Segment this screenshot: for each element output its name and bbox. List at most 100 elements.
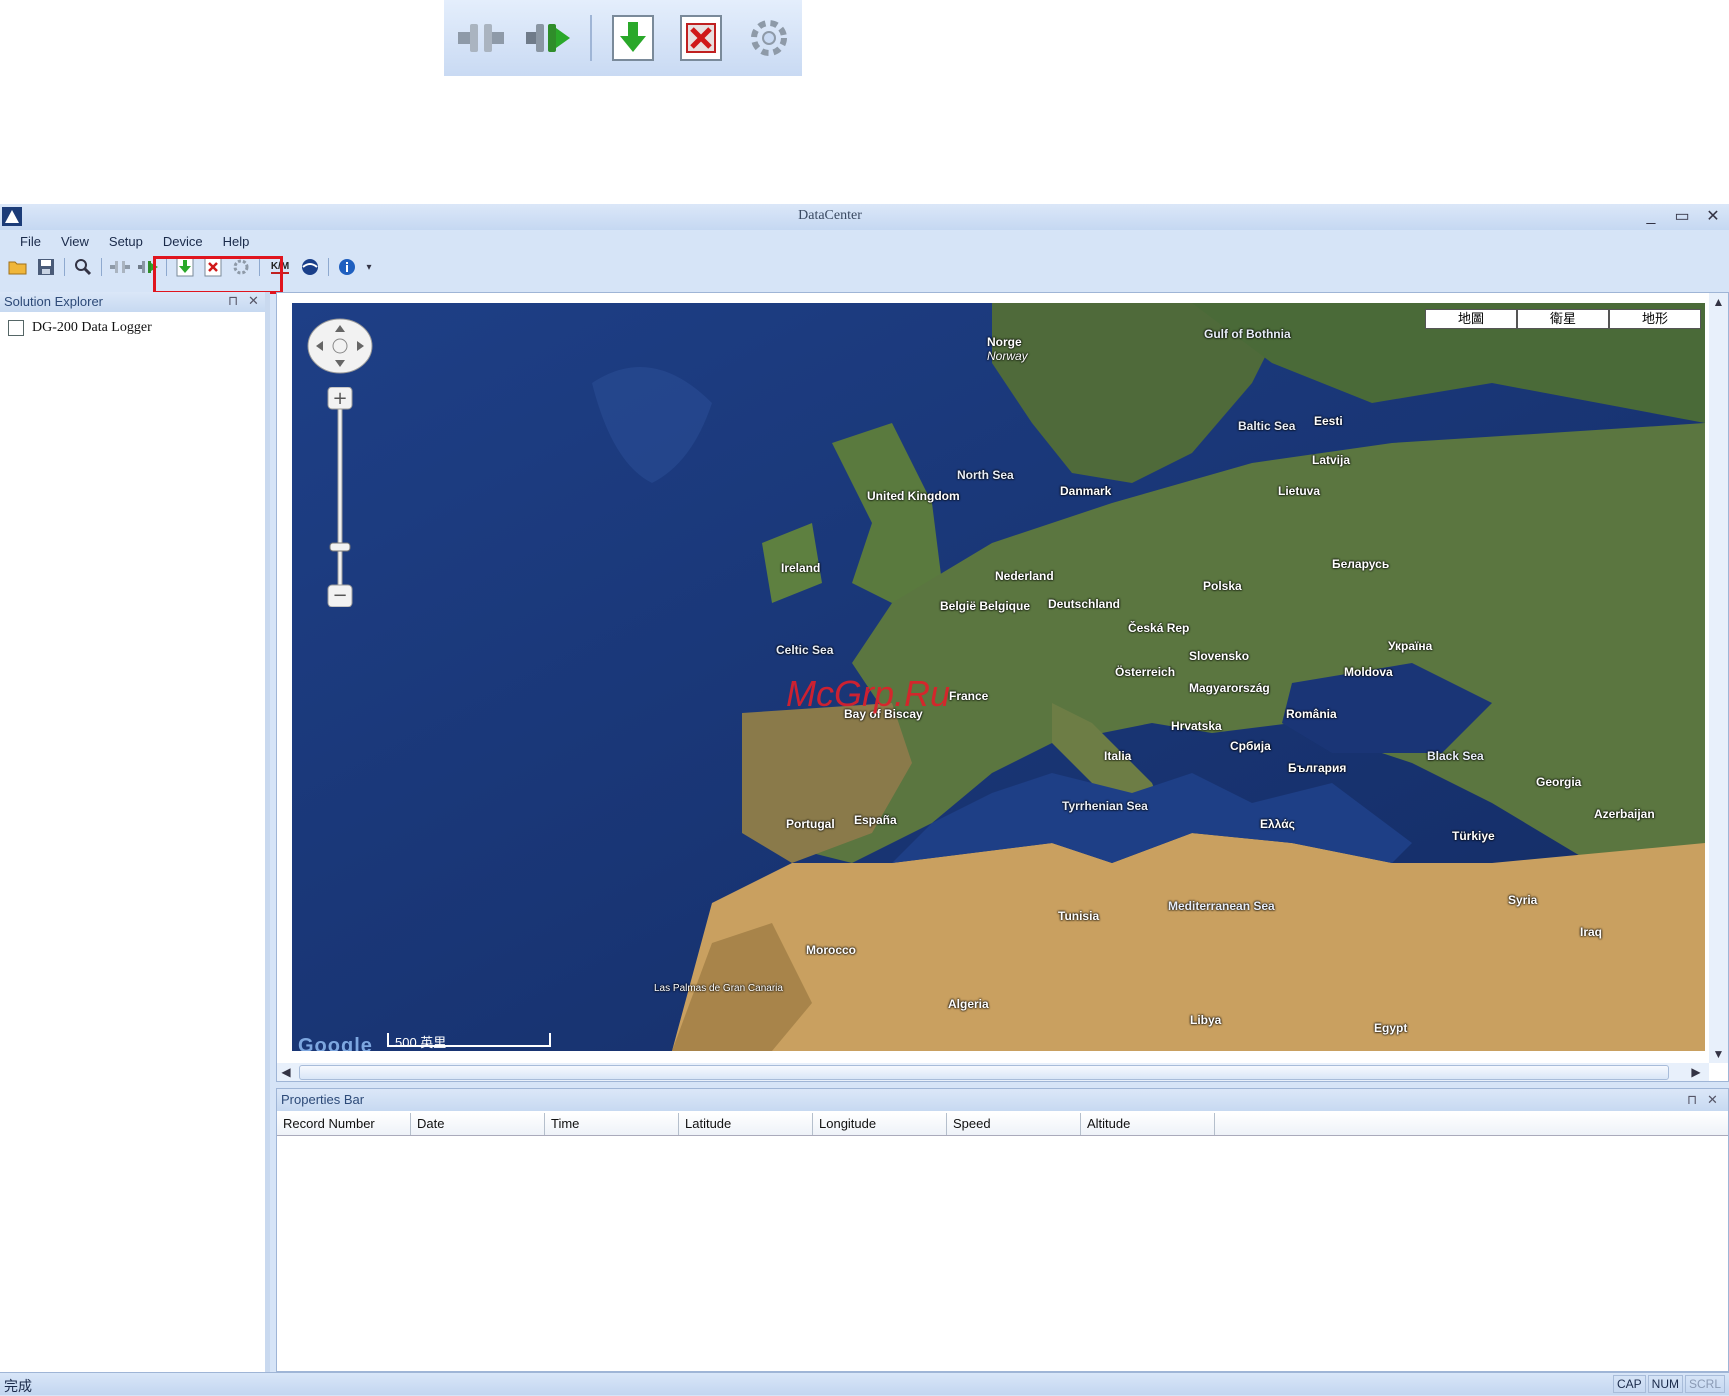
map-label-black-sea: Black Sea	[1427, 749, 1484, 763]
map-label-baltic-sea: Baltic Sea	[1238, 419, 1296, 433]
map-label-gulf-of-bothnia: Gulf of Bothnia	[1204, 327, 1291, 341]
map-label-georgia: Georgia	[1536, 775, 1582, 789]
tree-item-checkbox[interactable]	[8, 320, 24, 336]
map-type-satellite-button[interactable]: 衛星	[1517, 309, 1609, 329]
status-indicators: CAP NUM SCRL	[1612, 1375, 1725, 1393]
info-icon[interactable]	[335, 256, 359, 278]
map-label-turkiye: Türkiye	[1452, 829, 1495, 843]
watermark: McGrp.Ru	[786, 673, 951, 714]
open-folder-icon[interactable]	[6, 256, 30, 278]
status-bar: 完成 CAP NUM SCRL	[0, 1372, 1729, 1395]
disconnect-small-icon[interactable]	[108, 256, 132, 278]
column-header-latitude[interactable]: Latitude	[679, 1113, 813, 1135]
map-label-morocco: Morocco	[806, 943, 857, 957]
caps-lock-indicator: CAP	[1612, 1375, 1646, 1393]
satellite-map-image	[292, 303, 1705, 1051]
table-header-row: Record Number Date Time Latitude Longitu…	[277, 1113, 1728, 1136]
map-label-tunisia: Tunisia	[1058, 909, 1100, 923]
solution-explorer-header: Solution Explorer ⊓ ✕	[0, 292, 265, 312]
map-label-slovensko: Slovensko	[1189, 649, 1250, 663]
pin-icon[interactable]: ⊓	[228, 293, 238, 309]
menu-help[interactable]: Help	[213, 234, 260, 249]
column-header-date[interactable]: Date	[411, 1113, 545, 1135]
google-earth-icon[interactable]	[298, 256, 322, 278]
column-header-altitude[interactable]: Altitude	[1081, 1113, 1215, 1135]
svg-text:−: −	[332, 585, 347, 606]
map-label-deutschland: Deutschland	[1048, 597, 1121, 611]
scroll-down-icon[interactable]: ▼	[1709, 1045, 1728, 1063]
tree-item-label: DG-200 Data Logger	[32, 320, 152, 335]
map-vertical-scrollbar[interactable]: ▲ ▼	[1709, 293, 1728, 1063]
toolbar-overflow-icon[interactable]: ▾	[363, 256, 375, 278]
solution-explorer-panel: Solution Explorer ⊓ ✕ DG-200 Data Logger	[0, 292, 270, 1372]
map-label-hrvatska: Hrvatska	[1171, 719, 1222, 733]
download-icon[interactable]	[606, 11, 660, 65]
save-icon[interactable]	[34, 256, 58, 278]
map-label-italia: Italia	[1104, 749, 1132, 763]
map-label-north-sea: North Sea	[957, 468, 1014, 482]
highlight-box	[153, 256, 283, 294]
num-lock-indicator: NUM	[1647, 1375, 1683, 1393]
map-label-iraq: Iraq	[1580, 925, 1603, 939]
map-label-balgaria: България	[1288, 761, 1347, 775]
disconnect-icon[interactable]	[454, 11, 508, 65]
map-type-terrain-button[interactable]: 地形	[1609, 309, 1701, 329]
connect-icon[interactable]	[522, 11, 576, 65]
map-label-syria: Syria	[1508, 893, 1538, 907]
column-header-record-number[interactable]: Record Number	[277, 1113, 411, 1135]
restore-icon[interactable]: ▭	[1671, 206, 1693, 228]
zoom-slider[interactable]: + −	[326, 386, 354, 608]
map-label-eesti: Eesti	[1314, 414, 1343, 428]
map-label-belgique: België Belgique	[940, 599, 1031, 613]
map-label-magyarorszag: Magyarország	[1189, 681, 1270, 695]
map-label-osterreich: Österreich	[1115, 665, 1176, 679]
google-logo: Google	[298, 1035, 373, 1051]
map-scale-bar	[387, 1033, 551, 1047]
toolbar-separator	[590, 15, 592, 61]
menu-setup[interactable]: Setup	[99, 234, 153, 249]
tree-item-dg200[interactable]: DG-200 Data Logger	[8, 320, 152, 336]
zoomed-toolbar-inset	[444, 0, 802, 76]
map-label-portugal: Portugal	[786, 817, 835, 831]
delete-icon[interactable]	[674, 11, 728, 65]
map-type-map-button[interactable]: 地圖	[1425, 309, 1517, 329]
app-window: DataCenter _ ▭ ✕ File View Setup Device …	[0, 204, 1729, 1396]
map-horizontal-scrollbar[interactable]: ◀ ▶	[277, 1063, 1709, 1081]
scroll-up-icon[interactable]: ▲	[1709, 293, 1728, 311]
map-label-moldova: Moldova	[1344, 665, 1393, 679]
scroll-right-icon[interactable]: ▶	[1687, 1063, 1705, 1081]
close-icon[interactable]: ✕	[248, 293, 259, 309]
map-label-polska: Polska	[1203, 579, 1242, 593]
map-label-nederland: Nederland	[995, 569, 1054, 583]
scroll-thumb[interactable]	[299, 1065, 1669, 1080]
settings-icon[interactable]	[742, 11, 796, 65]
column-header-speed[interactable]: Speed	[947, 1113, 1081, 1135]
svg-text:+: +	[332, 388, 347, 409]
menu-view[interactable]: View	[51, 234, 99, 249]
status-text: 完成	[4, 1378, 32, 1394]
close-icon[interactable]: ✕	[1702, 206, 1724, 228]
map-label-lietuva: Lietuva	[1278, 484, 1321, 498]
column-header-longitude[interactable]: Longitude	[813, 1113, 947, 1135]
map-label-libya: Libya	[1190, 1013, 1222, 1027]
menu-file[interactable]: File	[10, 234, 51, 249]
search-icon[interactable]	[71, 256, 95, 278]
map-label-ceska-rep: Česká Rep	[1128, 621, 1190, 635]
map-label-france: France	[949, 689, 989, 703]
minimize-icon[interactable]: _	[1640, 206, 1662, 228]
map-view[interactable]: Norge Norway Gulf of Bothnia North Sea B…	[292, 303, 1705, 1051]
map-label-ukraina: Україна	[1388, 639, 1433, 653]
title-bar: DataCenter _ ▭ ✕	[0, 204, 1729, 230]
pan-control[interactable]	[306, 317, 374, 375]
scroll-left-icon[interactable]: ◀	[277, 1063, 295, 1081]
menu-device[interactable]: Device	[153, 234, 213, 249]
map-label-ireland: Ireland	[781, 561, 821, 575]
menu-bar: File View Setup Device Help	[0, 230, 1729, 252]
toolbar-separator	[64, 258, 65, 276]
window-title: DataCenter	[798, 208, 862, 223]
map-label-romania: România	[1286, 707, 1337, 721]
map-type-bar: 地圖 衛星 地形	[1425, 309, 1701, 329]
close-icon[interactable]: ✕	[1707, 1092, 1718, 1108]
pin-icon[interactable]: ⊓	[1687, 1092, 1697, 1108]
column-header-time[interactable]: Time	[545, 1113, 679, 1135]
